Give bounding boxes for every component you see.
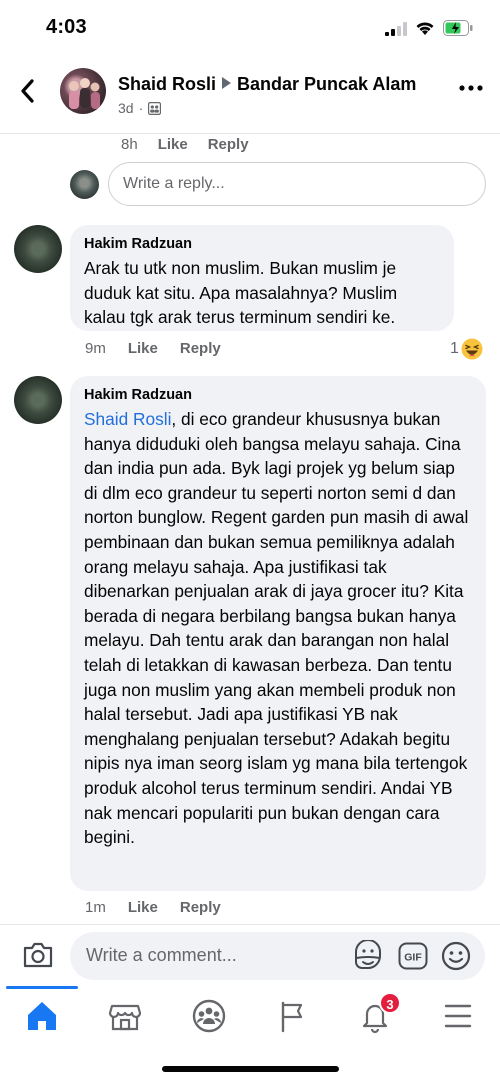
author-avatar[interactable] <box>60 68 106 114</box>
group-photo-icon <box>69 78 100 109</box>
wifi-icon <box>416 22 434 35</box>
like-button[interactable]: Like <box>158 136 188 153</box>
post-age[interactable]: 3d <box>118 100 134 116</box>
comment-composer: Write a comment... GIF <box>0 930 500 982</box>
comment-actions: 9m Like Reply <box>85 340 221 357</box>
previous-comment-actions: 8h Like Reply <box>121 136 249 153</box>
comment-text: Arak tu utk non muslim. Bukan muslim je … <box>84 258 398 328</box>
composer-divider <box>0 924 500 925</box>
current-user-avatar <box>70 170 99 199</box>
sticker-icon[interactable] <box>352 940 384 972</box>
comment-bubble[interactable]: Hakim Radzuan Arak tu utk non muslim. Bu… <box>70 225 454 331</box>
menu-hamburger-icon[interactable] <box>438 996 478 1036</box>
comment-time: 9m <box>85 340 106 357</box>
reply-button[interactable]: Reply <box>180 899 221 916</box>
meta-separator: · <box>138 100 144 116</box>
bottom-tab-bar <box>0 986 500 1046</box>
comment-bubble[interactable]: Hakim Radzuan Shaid Rosli, di eco grande… <box>70 376 486 891</box>
back-arrow-icon[interactable] <box>16 76 40 106</box>
active-tab-indicator <box>6 986 78 989</box>
post-header: Shaid Rosli Bandar Puncak Alam 3d · <box>0 56 500 132</box>
commenter-avatar[interactable] <box>14 376 62 424</box>
comment-text: Shaid Rosli, di eco grandeur khususnya b… <box>84 407 472 850</box>
haha-reaction-icon <box>461 338 483 360</box>
like-button[interactable]: Like <box>128 899 158 916</box>
emoji-icon[interactable] <box>441 941 471 971</box>
reaction-summary[interactable]: 1 <box>450 338 483 360</box>
post-meta: 3d · <box>118 100 162 116</box>
author-name[interactable]: Shaid Rosli <box>118 74 216 94</box>
post-title: Shaid Rosli Bandar Puncak Alam <box>118 74 416 95</box>
gif-label: GIF <box>404 952 422 964</box>
comment-actions: 1m Like Reply <box>85 899 221 916</box>
comment-body: , di eco grandeur khususnya bukan hanya … <box>84 409 469 848</box>
pages-flag-tab-icon[interactable] <box>272 996 312 1036</box>
commenter-avatar[interactable] <box>14 225 62 273</box>
like-button[interactable]: Like <box>128 340 158 357</box>
group-audience-icon <box>148 101 162 115</box>
reply-button[interactable]: Reply <box>208 136 249 153</box>
comment-author[interactable]: Hakim Radzuan <box>84 236 440 252</box>
groups-tab-icon[interactable] <box>189 996 229 1036</box>
status-time: 4:03 <box>46 16 87 38</box>
comment-time: 1m <box>85 899 106 916</box>
gif-icon[interactable]: GIF <box>398 942 428 970</box>
comment-time: 8h <box>121 136 138 153</box>
mention-link[interactable]: Shaid Rosli <box>84 409 171 429</box>
battery-charging-icon <box>443 20 473 36</box>
home-indicator[interactable] <box>162 1066 339 1072</box>
group-name[interactable]: Bandar Puncak Alam <box>237 74 416 94</box>
marketplace-tab-icon[interactable] <box>105 996 145 1036</box>
camera-icon[interactable] <box>22 940 54 970</box>
reply-input[interactable]: Write a reply... <box>108 162 486 206</box>
reply-composer: Write a reply... <box>70 162 486 206</box>
triangle-right-icon <box>222 77 232 89</box>
status-bar: 4:03 <box>0 0 500 54</box>
reply-button[interactable]: Reply <box>180 340 221 357</box>
more-options-icon[interactable] <box>458 82 484 94</box>
reaction-count: 1 <box>450 340 459 357</box>
header-divider <box>0 133 500 134</box>
cellular-signal-icon <box>385 22 407 36</box>
notification-badge: 3 <box>379 992 401 1014</box>
home-tab-icon[interactable] <box>22 996 62 1036</box>
comment-author[interactable]: Hakim Radzuan <box>84 387 472 403</box>
